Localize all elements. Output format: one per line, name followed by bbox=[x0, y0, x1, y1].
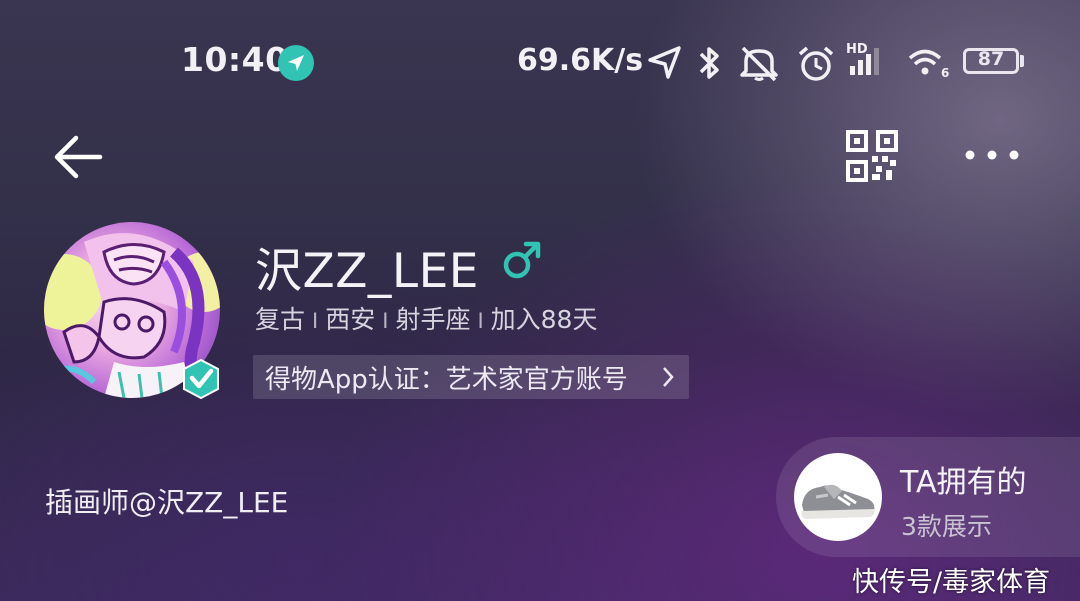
navigation-arrow-icon bbox=[648, 46, 681, 79]
certification-text: 得物App认证：艺术家官方账号 bbox=[265, 364, 628, 395]
username: 沢ZZ_LEE bbox=[255, 244, 479, 299]
meta-joined: 加入88天 bbox=[490, 305, 598, 334]
battery-level: 87 bbox=[977, 48, 1005, 70]
owned-card-title: TA拥有的 bbox=[900, 465, 1027, 500]
owned-items-card[interactable]: TA拥有的 3款展示 bbox=[776, 437, 1080, 557]
status-bar: 10:40 69.6K/s HD 6 87 bbox=[0, 0, 1080, 120]
status-time: 10:40 bbox=[181, 40, 289, 79]
meta-separator: I bbox=[312, 309, 319, 333]
certification-tag[interactable]: 得物App认证：艺术家官方账号 bbox=[253, 355, 689, 399]
sneaker-icon bbox=[801, 484, 875, 519]
profile-bio: 插画师@沢ZZ_LEE bbox=[45, 486, 289, 519]
sneaker-thumbnail bbox=[794, 453, 882, 541]
meta-zodiac: 射手座 bbox=[395, 305, 471, 334]
male-gender-icon bbox=[503, 241, 541, 279]
meta-location: 西安 bbox=[325, 305, 376, 334]
alarm-icon bbox=[798, 46, 834, 81]
qr-code-icon bbox=[846, 130, 898, 182]
battery-icon: 87 bbox=[963, 48, 1019, 74]
watermark: 快传号/毒家体育 bbox=[852, 567, 1051, 598]
meta-separator: I bbox=[382, 309, 389, 333]
profile-meta: 复古 I 西安 I 射手座 I 加入88天 bbox=[255, 300, 597, 336]
qr-code-button[interactable] bbox=[846, 130, 898, 182]
chevron-right-icon bbox=[663, 367, 674, 387]
battery-cap bbox=[1020, 55, 1024, 67]
signal-icon bbox=[850, 48, 879, 75]
meta-separator: I bbox=[477, 309, 484, 333]
verified-badge-icon bbox=[183, 358, 219, 400]
wifi-sub-label: 6 bbox=[941, 66, 950, 80]
more-options-button[interactable] bbox=[962, 140, 1022, 170]
more-dots-icon bbox=[965, 150, 1019, 160]
network-speed: 69.6K/s bbox=[517, 43, 644, 78]
back-button[interactable] bbox=[52, 132, 104, 184]
bluetooth-icon bbox=[699, 47, 719, 79]
meta-style: 复古 bbox=[255, 305, 306, 334]
owned-card-count: 3款展示 bbox=[901, 512, 992, 541]
location-arrow-icon bbox=[278, 45, 314, 81]
back-arrow-icon bbox=[54, 135, 103, 179]
mute-icon bbox=[740, 46, 778, 82]
